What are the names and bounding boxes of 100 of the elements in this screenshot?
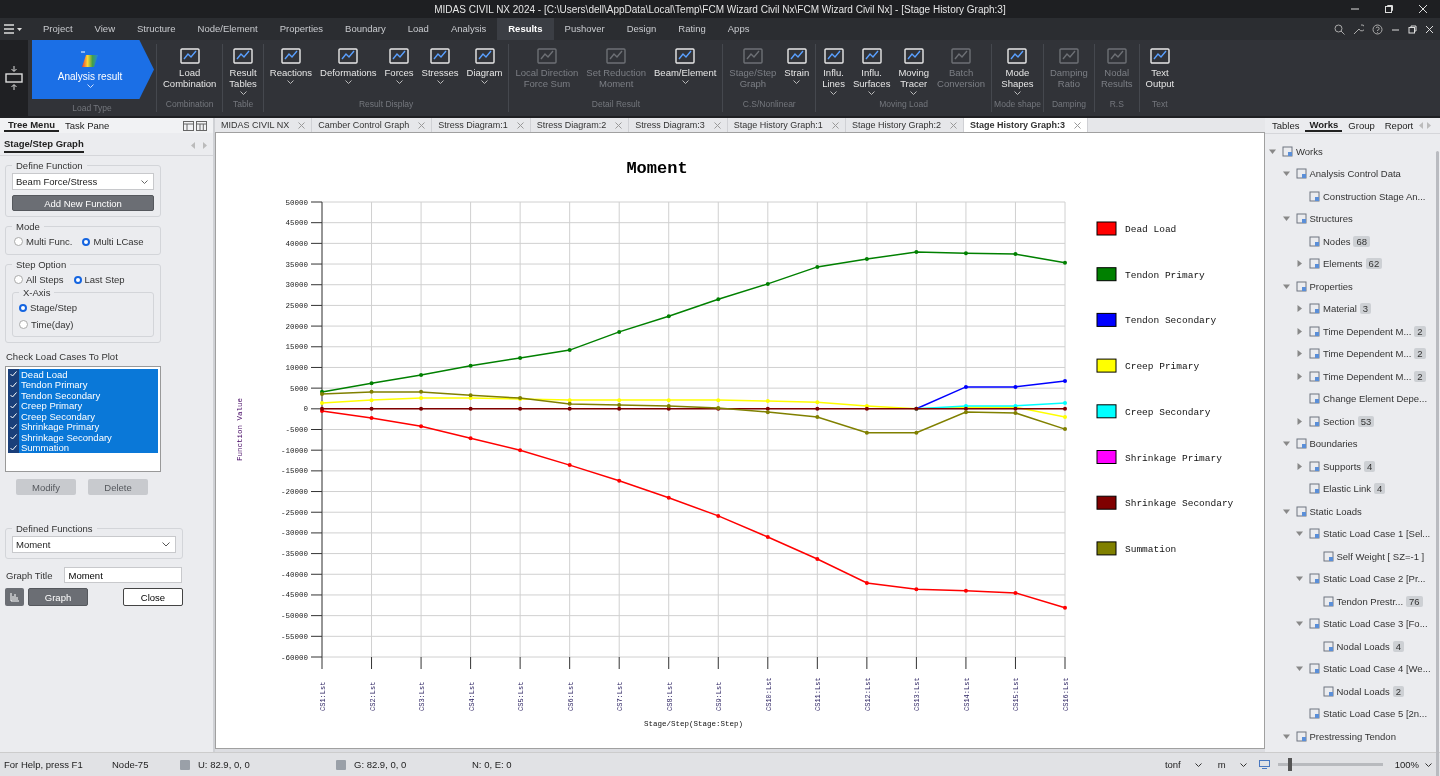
expand-arrow-icon[interactable]: [1282, 282, 1290, 290]
ribbon-button[interactable]: Load Combination: [159, 44, 221, 99]
expand-arrow-icon[interactable]: [1296, 575, 1303, 583]
menu-tab[interactable]: Boundary: [334, 18, 397, 40]
tree-item[interactable]: Static Load Case 5 [2n...: [1323, 708, 1428, 720]
radio-button[interactable]: Multi Func.: [14, 236, 73, 247]
radio-button[interactable]: Multi LCase: [82, 236, 144, 247]
zoom-dropdown[interactable]: 100%: [1390, 758, 1436, 771]
panel-tab[interactable]: Task Pane: [61, 120, 114, 131]
unit-dropdown[interactable]: m: [1213, 758, 1251, 771]
menu-tab[interactable]: Load: [396, 18, 440, 40]
document-tab[interactable]: Stage History Graph:3: [963, 118, 1088, 132]
slider-thumb[interactable]: [1288, 758, 1293, 771]
tree-item[interactable]: Analysis Control Data: [1309, 168, 1401, 180]
tree-item[interactable]: Material: [1323, 303, 1357, 315]
panel-tab[interactable]: Report: [1380, 120, 1418, 131]
menu-tab[interactable]: Properties: [268, 18, 335, 40]
ribbon-button[interactable]: Influ. Surfaces: [848, 44, 895, 99]
ribbon-button[interactable]: Strain: [780, 44, 814, 99]
ribbon-button[interactable]: Moving Tracer: [894, 44, 933, 99]
tree-item[interactable]: Change Element Depe...: [1323, 393, 1428, 405]
menu-tab[interactable]: Design: [615, 18, 668, 40]
ribbon-button[interactable]: Beam/Element: [650, 44, 721, 99]
list-item[interactable]: Dead Load: [8, 369, 158, 380]
expand-arrow-icon[interactable]: [1296, 305, 1303, 313]
search-icon[interactable]: [1334, 23, 1345, 35]
tree-item[interactable]: Static Load Case 3 [Fo...: [1323, 618, 1428, 630]
menu-tab[interactable]: Project: [32, 18, 84, 40]
menu-tab[interactable]: View: [83, 18, 126, 40]
help-icon[interactable]: [1372, 23, 1383, 35]
ribbon-button[interactable]: Influ. Lines: [818, 44, 849, 99]
checkbox[interactable]: [8, 389, 19, 401]
radio-button[interactable]: All Steps: [14, 274, 64, 285]
tree-item[interactable]: Supports: [1323, 460, 1362, 472]
expand-arrow-icon[interactable]: [1296, 417, 1303, 425]
panel-tab[interactable]: Tree Menu: [4, 119, 59, 132]
ribbon-button[interactable]: Deformations: [316, 44, 381, 99]
radio-button[interactable]: Time(day): [19, 316, 147, 333]
tree-item[interactable]: Construction Stage An...: [1323, 190, 1426, 202]
checkbox[interactable]: [8, 368, 19, 380]
expand-arrow-icon[interactable]: [1296, 530, 1303, 538]
menu-icon[interactable]: [4, 24, 22, 34]
tree-item[interactable]: Nodes: [1323, 235, 1351, 247]
radio-button[interactable]: Stage/Step: [19, 299, 147, 316]
menu-tab[interactable]: Results: [497, 18, 554, 40]
list-item[interactable]: Summation: [8, 442, 158, 453]
list-item[interactable]: Shrinkage Secondary: [8, 432, 158, 443]
menu-tab[interactable]: Rating: [667, 18, 717, 40]
tree-item[interactable]: Prestressing Tendon: [1309, 730, 1396, 742]
expand-arrow-icon[interactable]: [1282, 732, 1290, 740]
expand-arrow-icon[interactable]: [1296, 665, 1303, 673]
ribbon-button[interactable]: Diagram: [462, 44, 507, 99]
restore-icon[interactable]: [1384, 4, 1394, 14]
restore-icon[interactable]: [1408, 24, 1417, 34]
scroll-right-icon[interactable]: [202, 142, 207, 149]
tree-item[interactable]: Static Loads: [1309, 505, 1362, 517]
list-item[interactable]: Creep Secondary: [8, 411, 158, 422]
tree-item[interactable]: Self Weight [ SZ=-1 ]: [1336, 550, 1425, 562]
tree-item[interactable]: Static Load Case 1 [Sel...: [1323, 528, 1431, 540]
tree-item[interactable]: Time Dependent M...: [1323, 370, 1412, 382]
tree-item[interactable]: Nodal Loads: [1336, 640, 1390, 652]
scrollbar[interactable]: [1436, 151, 1439, 776]
scroll-left-icon[interactable]: [191, 142, 196, 149]
tree-item[interactable]: Elements: [1323, 258, 1363, 270]
tree-item[interactable]: Elastic Link: [1323, 483, 1372, 495]
panel-tab[interactable]: Works: [1305, 119, 1343, 132]
checkbox[interactable]: [8, 442, 19, 454]
graph-title-field[interactable]: Moment: [64, 567, 183, 583]
expand-arrow-icon[interactable]: [1269, 147, 1276, 155]
scroll-right-icon[interactable]: [1426, 122, 1432, 129]
tree-item[interactable]: Time Dependent M...: [1323, 325, 1412, 337]
checkbox[interactable]: [8, 431, 19, 443]
tree-item[interactable]: Static Load Case 2 [Pr...: [1323, 573, 1426, 585]
expand-arrow-icon[interactable]: [1296, 327, 1303, 335]
expand-arrow-icon[interactable]: [1296, 620, 1303, 628]
panel-tab[interactable]: Tables: [1268, 120, 1304, 131]
chart-settings-button[interactable]: [5, 588, 24, 606]
display-icon[interactable]: [1258, 760, 1270, 769]
scroll-left-icon[interactable]: [1419, 122, 1425, 129]
panel-tab[interactable]: Group: [1344, 120, 1379, 131]
ribbon-button[interactable]: Stresses: [417, 44, 463, 99]
grid-icon[interactable]: [196, 120, 207, 131]
ribbon-button[interactable]: Result Tables: [225, 44, 261, 99]
expand-arrow-icon[interactable]: [1282, 440, 1290, 448]
menu-tab[interactable]: Node/Element: [186, 18, 269, 40]
tree-item[interactable]: Structures: [1309, 213, 1353, 225]
radio-button[interactable]: Last Step: [73, 274, 125, 285]
ribbon-button[interactable]: Text Output: [1141, 44, 1179, 99]
menu-tab[interactable]: Pushover: [553, 18, 616, 40]
expand-arrow-icon[interactable]: [1282, 170, 1290, 178]
tree-item[interactable]: Static Load Case 4 [We...: [1323, 663, 1431, 675]
ribbon-button[interactable]: Forces: [380, 44, 418, 99]
tree-item[interactable]: Time Dependent M...: [1323, 348, 1412, 360]
expand-arrow-icon[interactable]: [1296, 372, 1303, 380]
ribbon-button[interactable]: Reactions: [265, 44, 317, 99]
layout-icon[interactable]: [183, 120, 194, 131]
expand-arrow-icon[interactable]: [1282, 215, 1290, 223]
tree-item[interactable]: Nodal Loads: [1336, 685, 1390, 697]
graph-button[interactable]: Graph: [28, 588, 88, 606]
tree-item[interactable]: Properties: [1309, 280, 1353, 292]
